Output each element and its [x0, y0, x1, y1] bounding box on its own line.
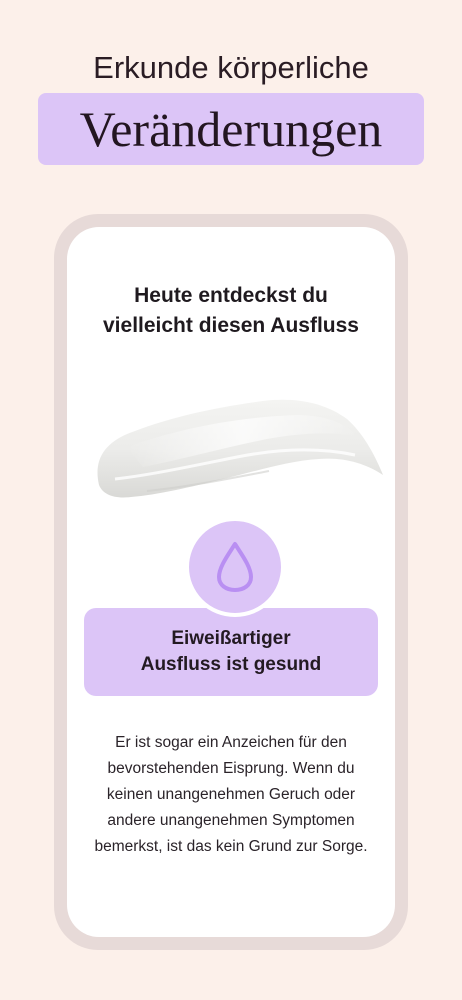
card-title-line-2: vielleicht diesen Ausfluss [103, 314, 359, 337]
headline-highlight: Veränderungen [38, 93, 424, 165]
result-line-2: Ausfluss ist gesund [140, 654, 322, 675]
phone-mockup: Heute entdeckst du vielleicht diesen Aus… [54, 214, 408, 950]
result-line-1: Eiweißartiger [171, 628, 291, 649]
drop-icon [217, 542, 253, 592]
card-title: Heute entdeckst du vielleicht diesen Aus… [67, 281, 395, 341]
drop-icon-circle [185, 517, 285, 617]
headline-line-1: Erkunde körperliche [93, 50, 369, 85]
headline-line-2: Veränderungen [79, 101, 383, 157]
result-banner: Eiweißartiger Ausfluss ist gesund [84, 608, 378, 696]
phone-screen: Heute entdeckst du vielleicht diesen Aus… [67, 227, 395, 937]
description-text: Er ist sogar ein Anzeichen für den bevor… [94, 733, 368, 855]
discharge-swatch-image [97, 399, 383, 498]
card-title-line-1: Heute entdeckst du [134, 284, 328, 307]
